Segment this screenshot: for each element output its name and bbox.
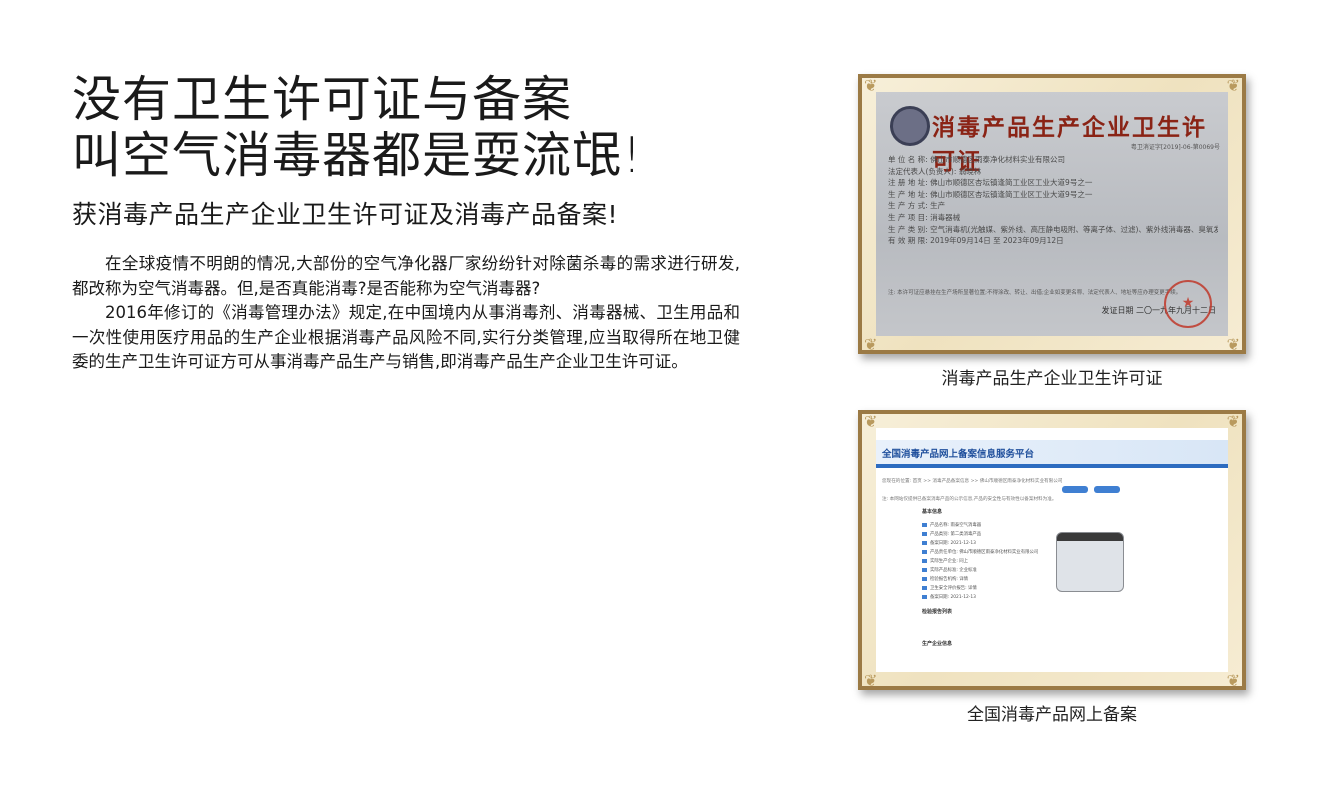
- national-emblem-icon: [890, 106, 930, 146]
- paragraph-2: 2016年修订的《消毒管理办法》规定,在中国境内从事消毒剂、消毒器械、卫生用品和…: [72, 303, 740, 371]
- registration-frame: ❦ ❦ ❦ ❦ 全国消毒产品网上备案信息服务平台 您现在的位置: 首页 >> 消…: [858, 410, 1246, 690]
- frame-ornament-icon: ❦: [864, 335, 878, 354]
- bullet-icon: [922, 522, 927, 527]
- certificate-frame: ❦ ❦ ❦ ❦ 消毒产品生产企业卫生许可证 粤卫消证字[2019]-06-第00…: [858, 74, 1246, 354]
- bullet-icon: [922, 558, 927, 563]
- frame-ornament-icon: ❦: [1226, 412, 1240, 431]
- website-row: 实际生产企业: 同上: [922, 558, 968, 564]
- website-row: 卫生安全评价报告: 详情: [922, 585, 977, 591]
- bullet-icon: [922, 567, 927, 572]
- website-row: 产品名称: 雨泰空气消毒器: [922, 522, 981, 528]
- certificate-fields: 单 位 名 称: 佛山市顺德区雨泰净化材料实业有限公司 法定代表人(负责人): …: [888, 154, 1218, 247]
- website-section-report: 检验报告列表: [922, 609, 953, 615]
- product-photo: [1056, 532, 1124, 592]
- certificate-field: 法定代表人(负责人): 翁晓林: [888, 166, 982, 176]
- body-text: 在全球疫情不明朗的情况,大部份的空气净化器厂家纷纷针对除菌杀毒的需求进行研发,都…: [72, 252, 740, 375]
- certificate-field: 生 产 类 别: 空气消毒机(光触媒、紫外线、高压静电吸附、等离子体、过滤)、紫…: [888, 224, 1218, 234]
- certificate-field: 注 册 地 址: 佛山市顺德区杏坛镇逢简工业区工业大道9号之一: [888, 178, 1093, 188]
- certificate-note: 注: 本许可证应悬挂在生产场所显著位置;不得涂改、转让、出借;企业如变更名称、法…: [888, 290, 1182, 296]
- registration-website-image: 全国消毒产品网上备案信息服务平台 您现在的位置: 首页 >> 消毒产品备案信息 …: [876, 428, 1228, 672]
- website-breadcrumb: 您现在的位置: 首页 >> 消毒产品备案信息 >> 佛山市顺德区雨泰净化材料实业…: [882, 479, 1063, 484]
- website-row: 产品类别: 第二类消毒产品: [922, 531, 981, 537]
- frame-ornament-icon: ❦: [864, 671, 878, 690]
- figure-caption-registration: 全国消毒产品网上备案: [967, 705, 1137, 725]
- headline-line-1: 没有卫生许可证与备案: [72, 71, 573, 128]
- website-section-company: 生产企业信息: [922, 641, 953, 647]
- website-row: 产品责任单位: 佛山市顺德区雨泰净化材料实业有限公司: [922, 549, 1038, 555]
- certificate-field: 单 位 名 称: 佛山市顺德区雨泰净化材料实业有限公司: [888, 155, 1066, 164]
- website-row: 实际产品标准: 企业标准: [922, 567, 977, 573]
- website-button: [1062, 486, 1088, 493]
- website-notice: 注: 本网站仅提供已备案消毒产品的公示信息,产品的安全性与有效性以备案材料为准。: [882, 497, 1057, 502]
- certificate-field: 有 效 期 限: 2019年09月14日 至 2023年09月12日: [888, 236, 1064, 246]
- red-stamp-icon: ★: [1164, 280, 1212, 328]
- website-section-basic: 基本信息: [922, 509, 943, 515]
- website-row: 备案日期: 2021-12-13: [922, 594, 976, 600]
- certificate-number: 粤卫消证字[2019]-06-第0069号: [1130, 144, 1220, 151]
- frame-ornament-icon: ❦: [1226, 76, 1240, 95]
- frame-ornament-icon: ❦: [1226, 671, 1240, 690]
- headline: 没有卫生许可证与备案 叫空气消毒器都是耍流氓!: [72, 72, 643, 184]
- certificate-field: 生 产 地 址: 佛山市顺德区杏坛镇逢简工业区工业大道9号之一: [888, 189, 1093, 199]
- figure-caption-certificate: 消毒产品生产企业卫生许可证: [941, 369, 1163, 389]
- website-button: [1094, 486, 1120, 493]
- website-nav-bar: [876, 464, 1228, 468]
- bullet-icon: [922, 585, 927, 590]
- certificate-field: 生 产 方 式: 生产: [888, 201, 946, 211]
- bullet-icon: [922, 576, 927, 581]
- certificate-image: 消毒产品生产企业卫生许可证 粤卫消证字[2019]-06-第0069号 单 位 …: [876, 92, 1228, 336]
- frame-ornament-icon: ❦: [1226, 335, 1240, 354]
- bullet-icon: [922, 549, 927, 554]
- bullet-icon: [922, 540, 927, 545]
- paragraph-1: 在全球疫情不明朗的情况,大部份的空气净化器厂家纷纷针对除菌杀毒的需求进行研发,都…: [72, 254, 740, 298]
- bullet-icon: [922, 531, 927, 536]
- headline-line-2: 叫空气消毒器都是耍流氓!: [72, 127, 643, 184]
- website-title: 全国消毒产品网上备案信息服务平台: [882, 449, 1035, 460]
- website-row: 备案日期: 2021-12-13: [922, 540, 976, 546]
- bullet-icon: [922, 594, 927, 599]
- website-row: 检验报告机构: 详情: [922, 576, 968, 582]
- certificate-field: 生 产 项 目: 消毒器械: [888, 212, 961, 222]
- subheadline: 获消毒产品生产企业卫生许可证及消毒产品备案!: [72, 200, 619, 229]
